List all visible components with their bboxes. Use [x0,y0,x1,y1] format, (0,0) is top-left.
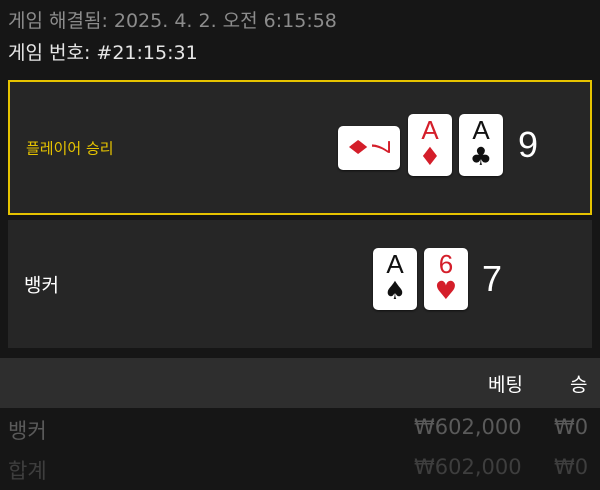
game-number: 게임 번호: #21:15:31 [8,42,198,64]
spade-icon: ♠ [383,276,407,305]
bet-row-name: 뱅커 [8,419,47,443]
player-total: 9 [518,124,539,165]
player-card-3: A ♣ [459,114,503,176]
diamond-icon: ♦ [343,135,372,159]
bet-total-win: ₩0 [554,455,589,479]
banker-hand-panel: 뱅커 A ♠ 6 ♥ 7 [8,220,592,348]
banker-total: 7 [482,258,503,299]
table-row-total: 합계 ₩602,000 ₩0 [0,450,600,490]
player-hand-panel: 플레이어 승리 7 ♦ A ♦ A ♣ 9 [8,80,592,215]
club-icon: ♣ [469,142,493,171]
player-card-1: 7 ♦ [338,126,400,170]
player-result-label: 플레이어 승리 [26,139,114,157]
player-card-2-rank: A [421,115,439,145]
player-card-3-rank: A [472,115,490,145]
game-resolved-time: 게임 해결됨: 2025. 4. 2. 오전 6:15:58 [8,10,337,32]
bets-table-header: 베팅 승 [0,358,600,408]
diamond-icon: ♦ [418,142,442,171]
bet-total-amount: ₩602,000 [414,455,522,479]
bet-total-name: 합계 [8,459,47,483]
table-row: 뱅커 ₩602,000 ₩0 [0,410,600,450]
banker-card-1-rank: A [386,249,404,279]
heart-icon: ♥ [434,276,458,305]
banker-card-2: 6 ♥ [424,248,468,310]
bet-row-amount: ₩602,000 [414,415,522,439]
banker-card-2-rank: 6 [438,249,454,279]
bet-row-win: ₩0 [554,415,589,439]
win-column-header: 승 [570,374,588,396]
player-card-2: A ♦ [408,114,452,176]
bet-column-header: 베팅 [488,374,523,396]
banker-label: 뱅커 [24,274,59,297]
banker-card-1: A ♠ [373,248,417,310]
